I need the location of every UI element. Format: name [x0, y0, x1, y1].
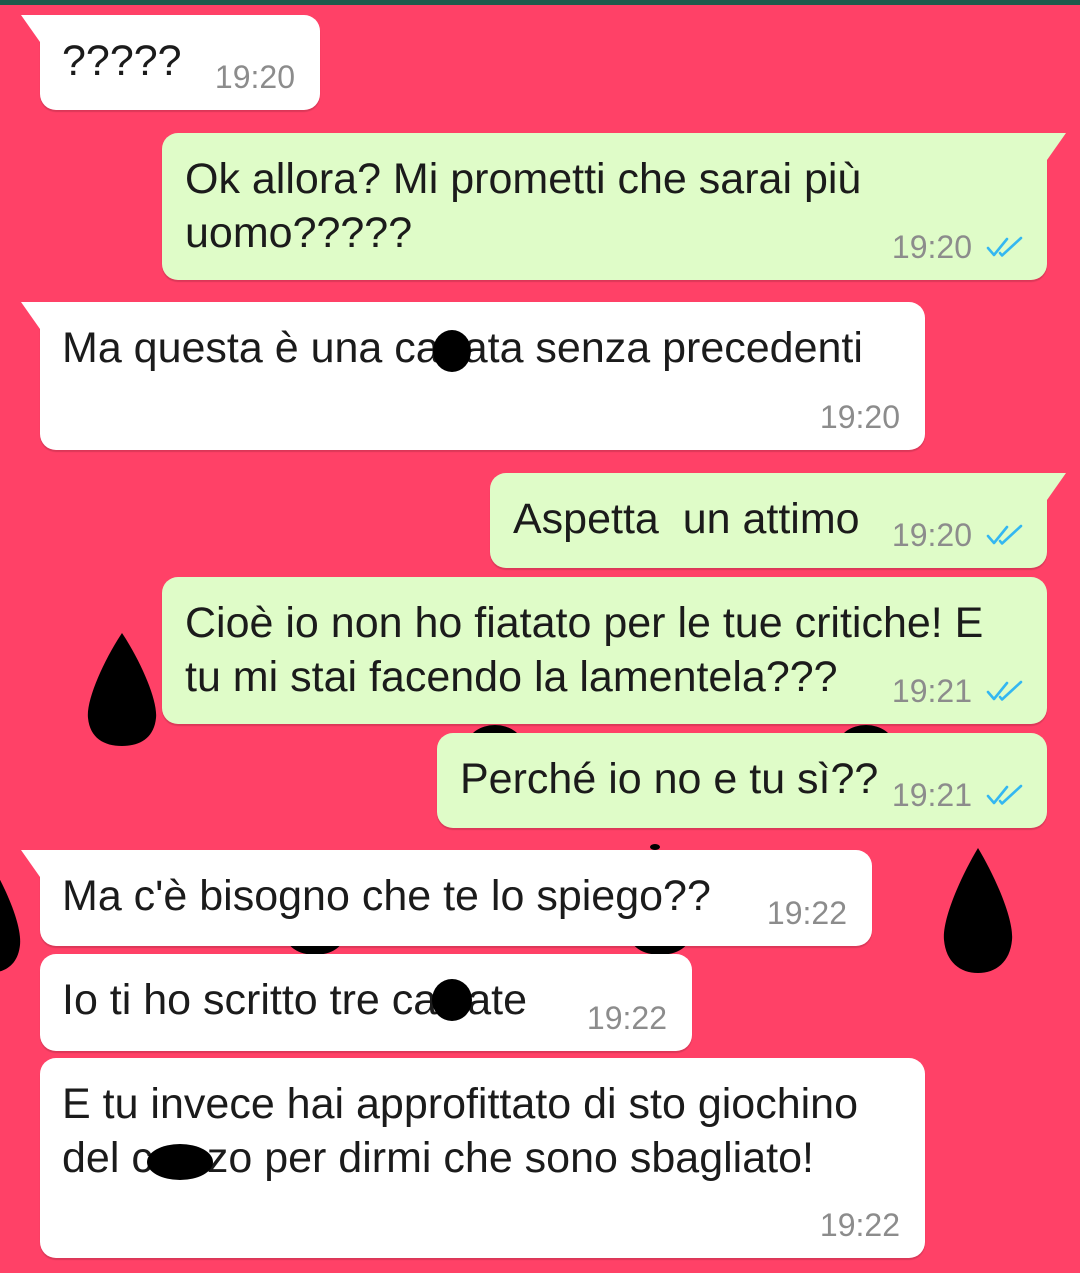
message-bubble-outgoing[interactable]: Cioè io non ho fiatato per le tue critic…	[162, 577, 1047, 724]
message-text-segment: zo per dirmi che sono sbagliato!	[206, 1134, 814, 1182]
double-check-icon	[986, 524, 1023, 545]
message-text-segment: Io ti ho scritto tre ca	[62, 976, 438, 1024]
message-text: Cioè io non ho fiatato per le tue critic…	[185, 599, 984, 647]
message-text: Ma c'è bisogno che te lo spiego??	[62, 872, 711, 920]
message-time: 19:20	[891, 517, 972, 553]
message-text-segment: Ma questa è una ca	[62, 324, 440, 372]
message-text-segment: ata senza precedenti	[463, 324, 863, 372]
message-list[interactable]: ????? 19:20 Ok allora? Mi prometti che s…	[0, 0, 1080, 1273]
message-time: 19:21	[891, 673, 972, 709]
message-bubble-outgoing[interactable]: Aspetta un attimo 19:20	[490, 473, 1066, 568]
message-time: 19:22	[819, 1207, 900, 1243]
message-bubble-outgoing[interactable]: Ok allora? Mi prometti che sarai più uom…	[162, 133, 1066, 280]
double-check-icon	[986, 784, 1023, 805]
censor-blob	[432, 979, 473, 1021]
message-bubble-outgoing[interactable]: Perché io no e tu sì?? 19:21	[437, 733, 1047, 828]
message-text: del c zo per dirmi che sono sbagliato!	[62, 1131, 925, 1185]
message-text-segment: del c	[62, 1134, 153, 1182]
message-time: 19:20	[819, 399, 900, 435]
message-text: Ma questa è una ca ata senza precedenti	[62, 321, 925, 375]
double-check-icon	[986, 680, 1023, 701]
message-time: 19:22	[766, 895, 847, 931]
double-check-icon	[986, 236, 1023, 257]
censor-blob	[432, 330, 471, 372]
message-bubble-incoming[interactable]: Ma questa è una ca ata senza precedenti 1…	[21, 302, 925, 450]
chat-screen: ????? 19:20 Ok allora? Mi prometti che s…	[0, 0, 1080, 1273]
message-text: E tu invece hai approfittato di sto gioc…	[62, 1080, 859, 1128]
message-text: Ok allora? Mi prometti che sarai più	[185, 155, 862, 203]
censor-blob	[146, 1144, 213, 1180]
message-bubble-incoming[interactable]: Ma c'è bisogno che te lo spiego?? 19:22	[21, 850, 872, 946]
message-bubble-incoming[interactable]: ????? 19:20	[21, 15, 320, 110]
message-time: 19:20	[891, 229, 972, 265]
message-time: 19:22	[586, 1000, 667, 1036]
message-time: 19:21	[891, 777, 972, 813]
message-bubble-incoming[interactable]: Io ti ho scritto tre ca ate 19:22	[40, 954, 692, 1051]
message-time: 19:20	[214, 59, 295, 95]
message-text-segment: ate	[467, 976, 527, 1024]
message-bubble-incoming[interactable]: E tu invece hai approfittato di sto gioc…	[40, 1058, 925, 1258]
